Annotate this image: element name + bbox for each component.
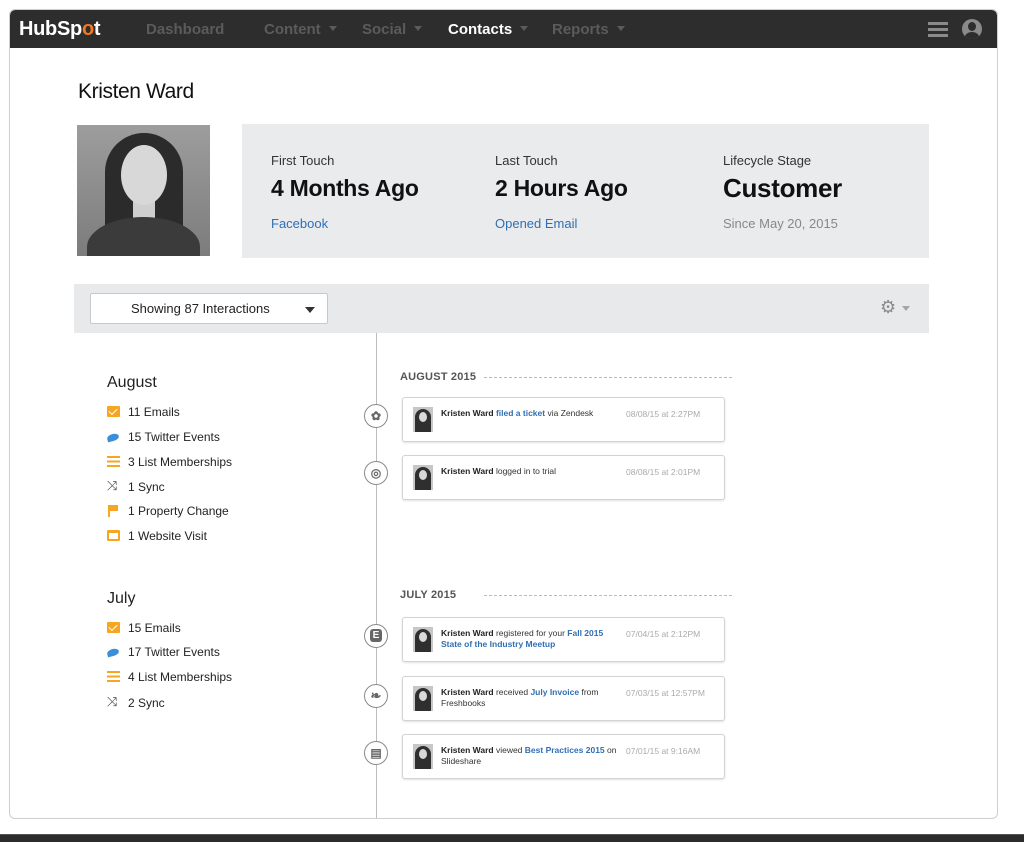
settings-menu[interactable]: ⚙ xyxy=(880,298,916,318)
event-message: Kristen Ward filed a ticket via Zendesk xyxy=(441,408,594,418)
contact-photo xyxy=(77,125,210,256)
event-timestamp: 08/08/15 at 2:01PM xyxy=(626,467,701,477)
timeline-event-card[interactable]: Kristen Ward registered for your Fall 20… xyxy=(402,617,725,662)
email-icon xyxy=(107,406,120,417)
divider xyxy=(484,377,732,378)
website-icon xyxy=(107,530,120,541)
divider xyxy=(484,595,732,596)
last-touch-source-link[interactable]: Opened Email xyxy=(495,216,577,231)
timeline-event-card[interactable]: Kristen Ward logged in to trial 08/08/15… xyxy=(402,455,725,500)
avatar xyxy=(413,465,433,490)
timeline-event-card[interactable]: Kristen Ward viewed Best Practices 2015 … xyxy=(402,734,725,779)
twitter-icon xyxy=(107,646,120,657)
avatar xyxy=(413,744,433,769)
sync-icon xyxy=(107,694,120,710)
freshbooks-icon xyxy=(364,684,388,708)
timeline-event-card[interactable]: Kristen Ward received July Invoice from … xyxy=(402,676,725,721)
top-nav-bar: HubSpot Dashboard Content Social Contact… xyxy=(10,10,997,48)
hubspot-logo[interactable]: HubSpot xyxy=(19,18,101,41)
first-touch-value: 4 Months Ago xyxy=(271,175,419,201)
first-touch-source-link[interactable]: Facebook xyxy=(271,216,328,231)
event-timestamp: 07/04/15 at 2:12PM xyxy=(626,629,701,639)
event-message: Kristen Ward received July Invoice from … xyxy=(441,687,599,708)
interactions-filter-dropdown[interactable]: Showing 87 Interactions xyxy=(90,293,328,324)
event-icon xyxy=(364,624,388,648)
last-touch-label: Last Touch xyxy=(495,153,558,168)
nav-contacts[interactable]: Contacts xyxy=(448,21,529,38)
chevron-down-icon xyxy=(305,307,315,313)
lifecycle-since-date: Since May 20, 2015 xyxy=(723,216,838,231)
event-message: Kristen Ward logged in to trial xyxy=(441,466,556,476)
timeline-heading-july: JULY 2015 xyxy=(400,589,457,601)
event-message: Kristen Ward registered for your Fall 20… xyxy=(441,628,604,649)
last-touch-value: 2 Hours Ago xyxy=(495,175,628,201)
zendesk-icon xyxy=(364,404,388,428)
first-touch-label: First Touch xyxy=(271,153,335,168)
login-icon xyxy=(364,461,388,485)
event-message: Kristen Ward viewed Best Practices 2015 … xyxy=(441,745,617,766)
gear-icon: ⚙ xyxy=(880,297,897,317)
chevron-down-icon xyxy=(616,26,625,31)
chevron-down-icon xyxy=(520,26,529,31)
filter-label: Showing 87 Interactions xyxy=(131,301,270,316)
avatar xyxy=(413,686,433,711)
timeline-toolbar: Showing 87 Interactions ⚙ xyxy=(74,284,929,333)
bottom-edge-bar xyxy=(0,834,1024,842)
flag-icon xyxy=(107,505,120,517)
user-account-icon[interactable] xyxy=(962,19,982,39)
nav-reports[interactable]: Reports xyxy=(552,21,625,38)
nav-dashboard[interactable]: Dashboard xyxy=(146,21,224,38)
chevron-down-icon xyxy=(414,26,423,31)
event-timestamp: 08/08/15 at 2:27PM xyxy=(626,409,701,419)
nav-social[interactable]: Social xyxy=(362,21,423,38)
lifecycle-stage-value: Customer xyxy=(723,173,842,203)
list-icon xyxy=(107,671,120,682)
avatar xyxy=(413,407,433,432)
sync-icon xyxy=(107,478,120,494)
app-window: HubSpot Dashboard Content Social Contact… xyxy=(9,9,998,819)
contact-name: Kristen Ward xyxy=(78,80,194,103)
twitter-icon xyxy=(107,431,120,442)
email-icon xyxy=(107,622,120,633)
menu-icon[interactable] xyxy=(928,22,948,37)
slideshare-icon xyxy=(364,741,388,765)
summary-month-august: August xyxy=(107,374,157,391)
event-link[interactable]: Best Practices 2015 xyxy=(525,745,605,755)
lifecycle-stage-label: Lifecycle Stage xyxy=(723,153,812,168)
list-icon xyxy=(107,456,120,467)
event-timestamp: 07/03/15 at 12:57PM xyxy=(626,688,705,698)
event-link[interactable]: July Invoice xyxy=(530,687,579,697)
contact-stats-panel: First Touch 4 Months Ago Facebook Last T… xyxy=(242,124,929,258)
nav-content[interactable]: Content xyxy=(264,21,337,38)
event-link[interactable]: filed a ticket xyxy=(496,408,545,418)
summary-month-july: July xyxy=(107,590,136,607)
chevron-down-icon xyxy=(902,306,910,311)
event-timestamp: 07/01/15 at 9:16AM xyxy=(626,746,701,756)
timeline-event-card[interactable]: Kristen Ward filed a ticket via Zendesk … xyxy=(402,397,725,442)
avatar xyxy=(413,627,433,652)
chevron-down-icon xyxy=(328,26,337,31)
timeline-heading-august: AUGUST 2015 xyxy=(400,371,477,383)
